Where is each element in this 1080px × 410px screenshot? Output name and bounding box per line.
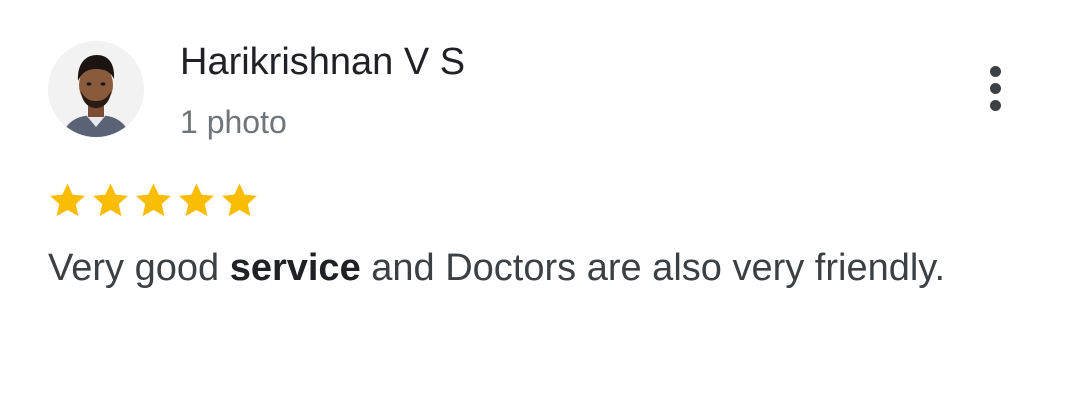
review-text-start: Very good xyxy=(48,247,230,289)
more-options-button[interactable] xyxy=(970,60,1020,116)
reviewer-avatar[interactable] xyxy=(48,41,144,137)
star-icon xyxy=(179,183,214,217)
review-text-end: and Doctors are also very friendly. xyxy=(360,247,946,289)
star-icon xyxy=(222,183,257,217)
star-icon xyxy=(50,183,85,217)
star-icon xyxy=(93,183,128,217)
reviewer-photo-count[interactable]: 1 photo xyxy=(180,101,287,143)
review-card: Harikrishnan V S 1 photo Very good servi… xyxy=(0,0,1080,410)
review-text-highlight: service xyxy=(229,247,361,289)
more-vertical-icon-dot xyxy=(989,99,1001,111)
review-text: Very good service and Doctors are also v… xyxy=(48,236,948,300)
more-vertical-icon xyxy=(989,65,1001,77)
more-vertical-icon-dot xyxy=(989,82,1001,94)
person-photo-avatar-icon xyxy=(48,41,144,137)
reviewer-name[interactable]: Harikrishnan V S xyxy=(180,38,465,86)
star-icon xyxy=(136,183,171,217)
star-rating xyxy=(46,179,261,222)
